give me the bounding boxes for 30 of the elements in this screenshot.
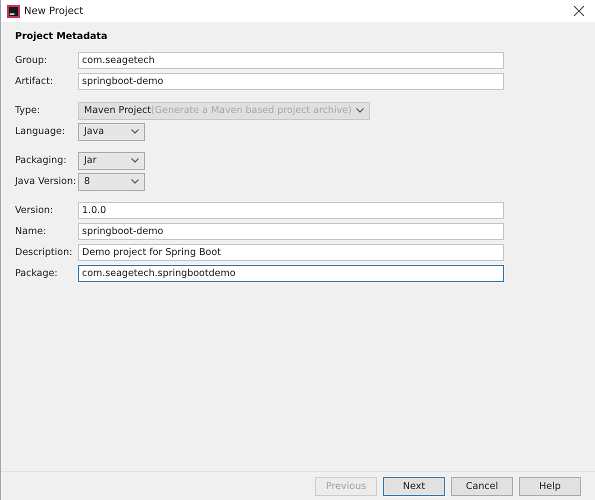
section-title: Project Metadata [15, 31, 108, 42]
field-label: Artifact: [15, 76, 54, 87]
text-field[interactable]: com.seagetech [78, 52, 504, 69]
field-label: Package: [15, 268, 59, 279]
field-label: Packaging: [15, 155, 68, 166]
window-title: New Project [24, 6, 84, 16]
close-icon[interactable] [574, 6, 584, 16]
text-field[interactable]: Demo project for Spring Boot [78, 244, 504, 261]
text-field[interactable]: springboot-demo [78, 73, 504, 90]
dialog-button[interactable]: Help [519, 476, 581, 496]
caret-icon [131, 158, 139, 163]
text-field[interactable]: 1.0.0 [78, 202, 504, 219]
field-label: Description: [15, 247, 74, 258]
text-field[interactable]: springboot-demo [78, 223, 504, 240]
dropdown[interactable]: 8 [78, 172, 145, 190]
text-field[interactable]: com.seagetech.springbootdemo [78, 265, 504, 282]
field-label: Java Version: [15, 176, 78, 187]
dropdown[interactable]: Java [78, 122, 145, 140]
caret-icon [356, 108, 364, 113]
field-label: Group: [15, 55, 48, 66]
caret-icon [131, 129, 139, 134]
dropdown[interactable]: Jar [78, 152, 145, 170]
field-label: Name: [15, 226, 48, 237]
field-label: Version: [15, 205, 54, 216]
field-label: Language: [15, 126, 66, 137]
caret-icon [131, 179, 139, 184]
app-icon [7, 4, 20, 18]
dialog-button[interactable]: Cancel [451, 476, 513, 496]
dialog-button[interactable]: Next [383, 476, 445, 496]
field-label: Type: [15, 105, 42, 116]
